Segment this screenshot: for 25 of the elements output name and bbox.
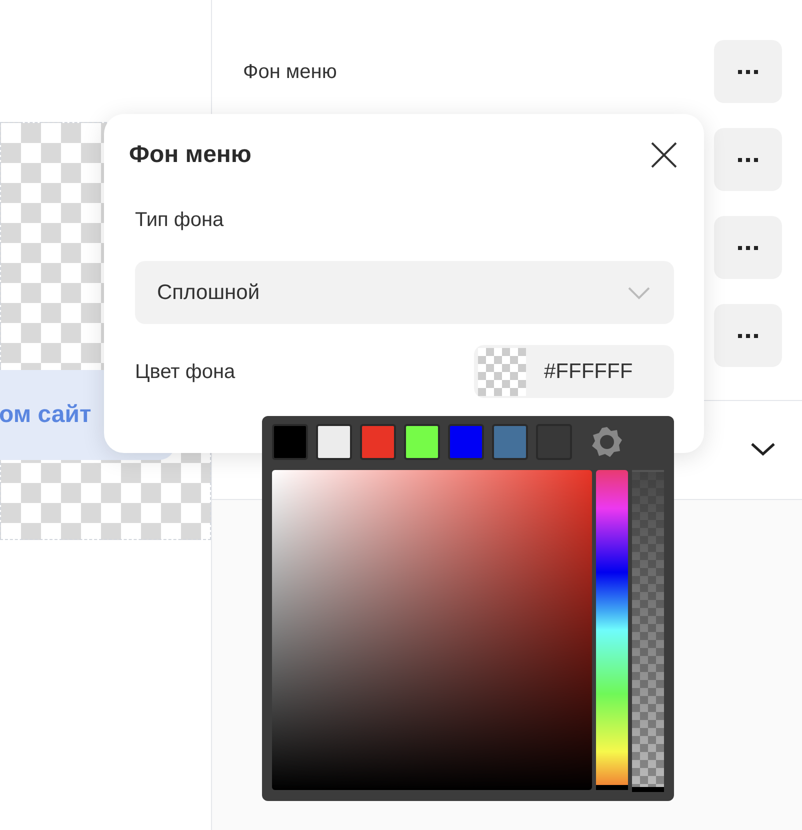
color-swatch[interactable] [404, 424, 440, 460]
settings-icon[interactable] [590, 424, 624, 458]
ellipsis-icon [738, 158, 758, 162]
ellipsis-icon [738, 70, 758, 74]
color-swatch[interactable] [316, 424, 352, 460]
color-swatch[interactable] [272, 424, 308, 460]
field-label: Тип фона [135, 208, 225, 233]
alpha-slider[interactable] [632, 470, 664, 790]
close-icon[interactable] [650, 141, 678, 169]
row-label: Фон меню [243, 60, 337, 84]
chevron-down-icon[interactable] [750, 441, 776, 457]
chevron-down-icon [628, 286, 650, 300]
ellipsis-icon [738, 334, 758, 338]
button-text: ом сайт [0, 400, 92, 430]
saturation-gradient[interactable] [272, 470, 592, 790]
background-type-dropdown[interactable]: Сплошной [135, 261, 674, 324]
field-label: Цвет фона [135, 360, 236, 384]
color-swatch[interactable] [492, 424, 528, 460]
color-swatch[interactable] [448, 424, 484, 460]
hue-slider[interactable] [596, 470, 628, 790]
ellipsis-icon [738, 246, 758, 250]
color-swatch[interactable] [360, 424, 396, 460]
transparent-swatch-icon [478, 348, 526, 396]
color-field[interactable]: #FFFFFF [474, 345, 674, 398]
dialog-title: Фон меню [129, 140, 252, 170]
